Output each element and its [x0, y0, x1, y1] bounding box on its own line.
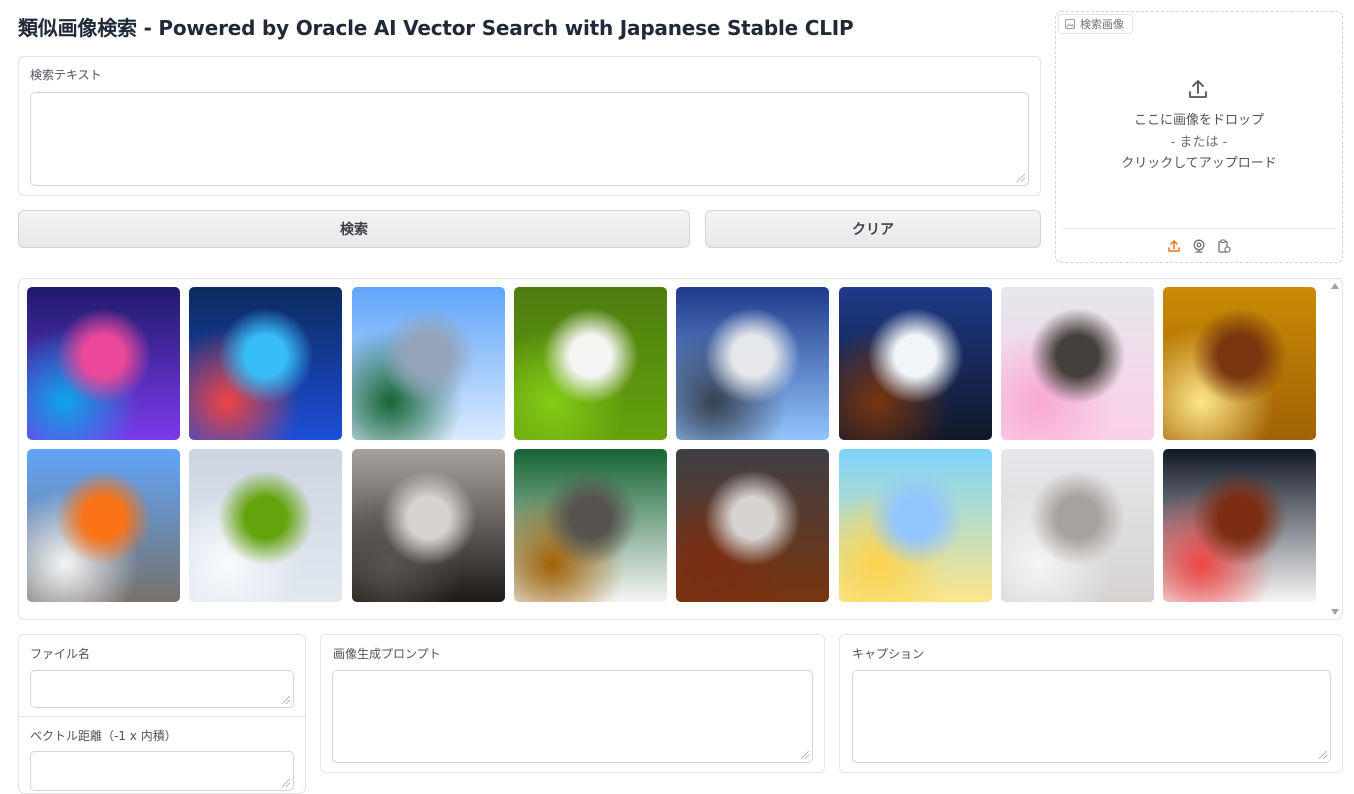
gallery-thumbnail-girl-beach[interactable] [838, 449, 992, 602]
gallery-thumbnail-lion[interactable] [1163, 287, 1317, 440]
filename-value [31, 671, 293, 683]
distance-value [31, 752, 293, 764]
page-title: 類似画像検索 - Powered by Oracle AI Vector Sea… [18, 16, 854, 40]
search-image-tag-label: 検索画像 [1080, 18, 1124, 31]
clipboard-icon[interactable] [1217, 239, 1231, 253]
search-text-input[interactable] [30, 92, 1029, 186]
caption-field[interactable] [852, 670, 1331, 763]
gallery-thumbnail-airliner-takeoff[interactable] [189, 449, 343, 602]
image-gallery [18, 278, 1343, 620]
search-text-value [31, 93, 1028, 105]
gallery-thumbnail-cherry-blossoms[interactable] [1000, 287, 1154, 440]
scroll-down-icon[interactable] [1331, 609, 1339, 615]
upload-icon[interactable] [1167, 239, 1181, 253]
scroll-up-icon[interactable] [1331, 283, 1339, 289]
gallery-thumbnail-tabby-white-cat[interactable] [513, 449, 667, 602]
search-text-block: 検索テキスト [18, 56, 1041, 196]
gallery-thumbnail-rocket-launch[interactable] [27, 449, 180, 602]
distance-field[interactable] [30, 751, 294, 791]
upload-arrow-icon [1189, 80, 1207, 98]
caption-value [853, 671, 1330, 683]
resize-handle-icon[interactable] [282, 696, 290, 704]
image-icon [1065, 19, 1075, 29]
gallery-thumbnail-singer-guitar[interactable] [838, 287, 992, 440]
or-text: - または - [1170, 135, 1228, 150]
search-button[interactable]: 検索 [18, 210, 690, 248]
resize-handle-icon[interactable] [1017, 174, 1025, 182]
gallery-thumbnail-tonkatsu-plate[interactable] [1163, 449, 1317, 602]
caption-label: キャプション [852, 647, 925, 661]
filename-field[interactable] [30, 670, 294, 708]
resize-handle-icon[interactable] [801, 751, 809, 759]
resize-handle-icon[interactable] [1319, 751, 1327, 759]
webcam-icon[interactable] [1192, 239, 1206, 253]
gallery-thumbnail-white-puppy[interactable] [513, 287, 667, 440]
gallery-thumbnail-city-cyclist[interactable] [351, 287, 505, 440]
click-upload-text: クリックしてアップロード [1121, 156, 1277, 171]
gallery-scrollbar[interactable] [1329, 280, 1341, 618]
gallery-thumbnail-fantasy-book-magic[interactable] [189, 287, 343, 440]
clear-button[interactable]: クリア [705, 210, 1041, 248]
prompt-block: 画像生成プロンプト [320, 634, 825, 773]
divider [19, 716, 305, 717]
gallery-thumbnail-fantasy-mirror-girl[interactable] [27, 287, 180, 440]
search-image-tag: 検索画像 [1058, 14, 1133, 34]
gallery-thumbnail-two-kittens[interactable] [1000, 449, 1154, 602]
distance-label: ベクトル距離（-1 x 内積） [30, 729, 177, 743]
prompt-label: 画像生成プロンプト [333, 647, 441, 661]
gallery-thumbnail-raccoon-robe[interactable] [676, 449, 830, 602]
prompt-value [333, 671, 812, 683]
file-info-block: ファイル名 ベクトル距離（-1 x 内積） [18, 634, 306, 794]
gallery-thumbnail-black-cat-stump[interactable] [351, 449, 505, 602]
gallery-thumbnail-rocket-park[interactable] [676, 287, 830, 440]
image-upload-dropzone[interactable]: 検索画像 ここに画像をドロップ - または - クリックしてアップロード [1055, 11, 1343, 263]
prompt-field[interactable] [332, 670, 813, 763]
divider [1063, 228, 1335, 229]
caption-block: キャプション [839, 634, 1343, 773]
drop-text: ここに画像をドロップ [1133, 113, 1264, 128]
filename-label: ファイル名 [30, 647, 91, 661]
search-text-label: 検索テキスト [30, 68, 102, 82]
